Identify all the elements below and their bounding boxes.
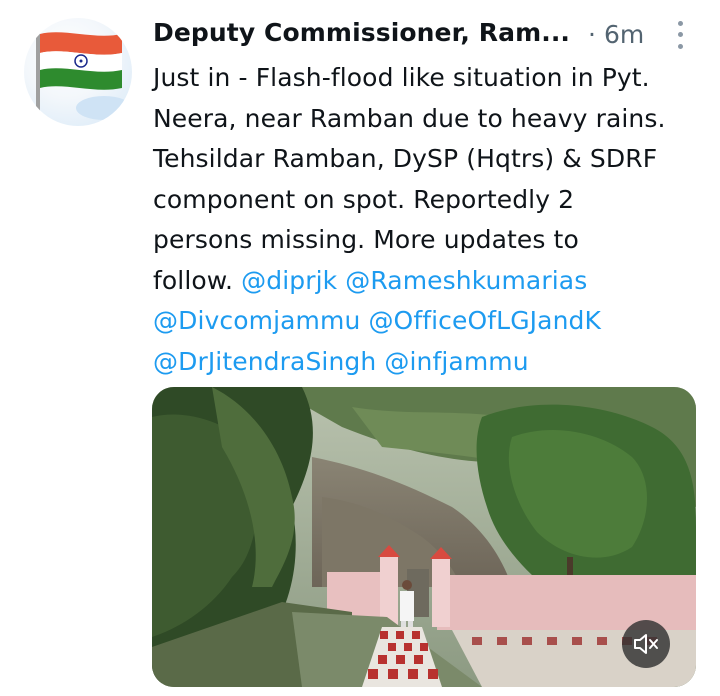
volume-muted-icon (634, 634, 658, 654)
mention-link[interactable]: @infjammu (384, 347, 528, 376)
mention-link[interactable]: @OfficeOfLGJandK (368, 306, 601, 335)
text-line: follow. (153, 265, 242, 295)
avatar[interactable] (24, 18, 132, 126)
video-player[interactable] (152, 387, 696, 687)
mute-button[interactable] (622, 620, 670, 668)
text-line-with-mentions: follow. @diprjk @Rameshkumarias (153, 261, 713, 302)
india-flag-icon (36, 28, 132, 124)
tweet-text: Just in - Flash-flood like situation in … (153, 58, 713, 382)
more-options-icon[interactable] (668, 18, 692, 52)
text-line: component on spot. Reportedly 2 (153, 184, 575, 214)
mentions-line: @DrJitendraSingh @infjammu (153, 342, 713, 383)
dot-separator: · (588, 20, 596, 49)
text-line: persons missing. More updates to (153, 225, 579, 254)
text-line: Just in - Flash-flood like situation in … (153, 63, 650, 92)
text-line: Neera, near Ramban due to heavy rains. (153, 103, 666, 133)
timestamp[interactable]: 6m (604, 20, 644, 49)
mention-link[interactable]: @Rameshkumarias (345, 266, 587, 295)
video-frame (152, 387, 696, 687)
mention-link[interactable]: @DrJitendraSingh (153, 347, 376, 376)
text-line: Tehsildar Ramban, DySP (Hqtrs) & SDRF (153, 144, 658, 173)
mentions-line: @Divcomjammu @OfficeOfLGJandK (153, 301, 713, 342)
author-name[interactable]: Deputy Commissioner, Ram... (153, 18, 570, 47)
mention-link[interactable]: @Divcomjammu (153, 306, 360, 335)
mention-link[interactable]: @diprjk (241, 266, 337, 295)
